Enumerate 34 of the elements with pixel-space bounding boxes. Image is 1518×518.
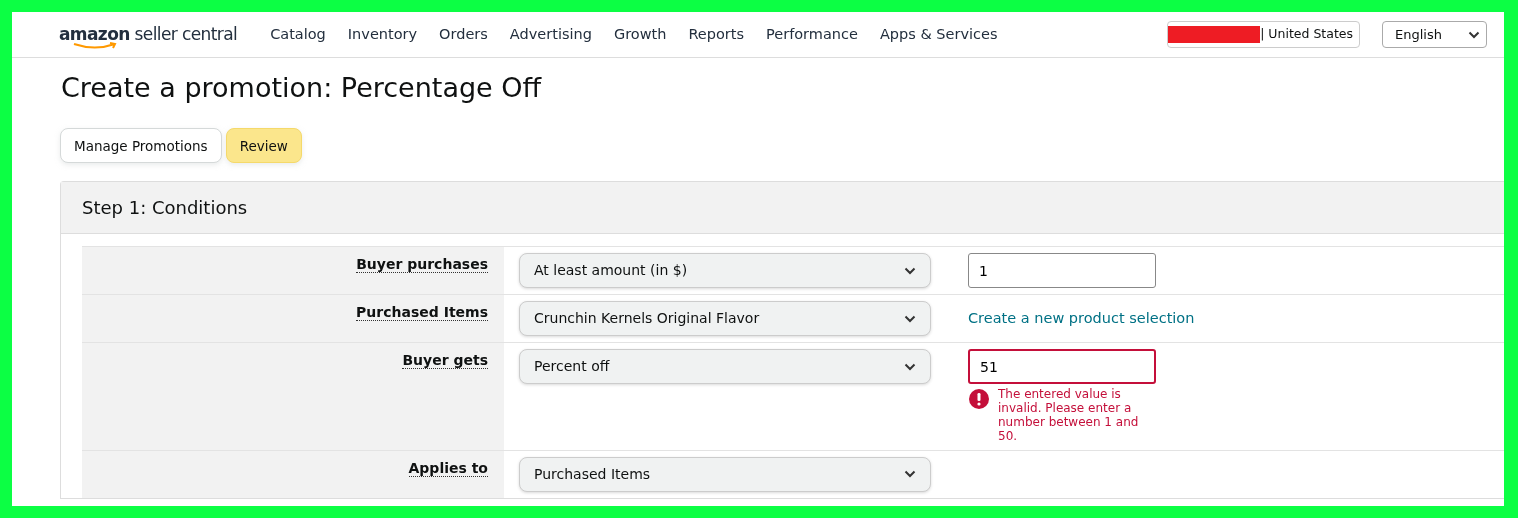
chevron-down-icon [904, 314, 916, 323]
error-icon [968, 388, 990, 411]
chevron-down-icon [904, 362, 916, 371]
nav-link[interactable]: Catalog [259, 23, 337, 46]
chevron-down-icon [1468, 30, 1480, 39]
dropdown-select[interactable]: Percent off [519, 349, 931, 385]
field-label[interactable]: Applies to [408, 459, 488, 477]
manage-button[interactable]: Manage Promotions [60, 128, 222, 164]
error-message: The entered value is invalid. Please enter a number between 1 and 50. [998, 388, 1140, 444]
review-button[interactable]: Review [225, 128, 302, 164]
language-select[interactable]: English [1382, 21, 1487, 48]
dropdown-select[interactable]: Crunchin Kernels Original Flavor [519, 301, 931, 337]
logo-text[interactable]: amazon seller central [59, 23, 238, 44]
smile-arrow-icon [73, 41, 119, 50]
field-label[interactable]: Buyer purchases [356, 256, 488, 274]
nav-link[interactable]: Growth [602, 23, 678, 46]
step-title: Step 1: Conditions [82, 196, 248, 221]
nav-link[interactable]: Inventory [336, 23, 429, 46]
create-selection-link[interactable]: Create a new product selection [968, 308, 1195, 337]
nav-link[interactable]: Advertising [498, 23, 603, 46]
field-label[interactable]: Buyer gets [402, 352, 488, 370]
dropdown-select[interactable]: Purchased Items [519, 456, 931, 492]
dropdown-select[interactable]: At least amount (in $) [519, 253, 931, 289]
input-field[interactable]: 1 [968, 253, 1156, 289]
input-field[interactable]: 51 [968, 349, 1156, 385]
page-title: Create a promotion: Percentage Off [61, 72, 543, 105]
chevron-down-icon [904, 470, 916, 479]
nav-link[interactable]: Reports [677, 23, 755, 46]
nav-link[interactable]: Performance [755, 23, 869, 46]
account-switcher[interactable]: | United States [1167, 21, 1360, 48]
nav-link[interactable]: Orders [428, 23, 499, 46]
nav-link[interactable]: Apps & Services [868, 23, 1009, 46]
chevron-down-icon [904, 266, 916, 275]
field-label[interactable]: Purchased Items [356, 304, 488, 322]
